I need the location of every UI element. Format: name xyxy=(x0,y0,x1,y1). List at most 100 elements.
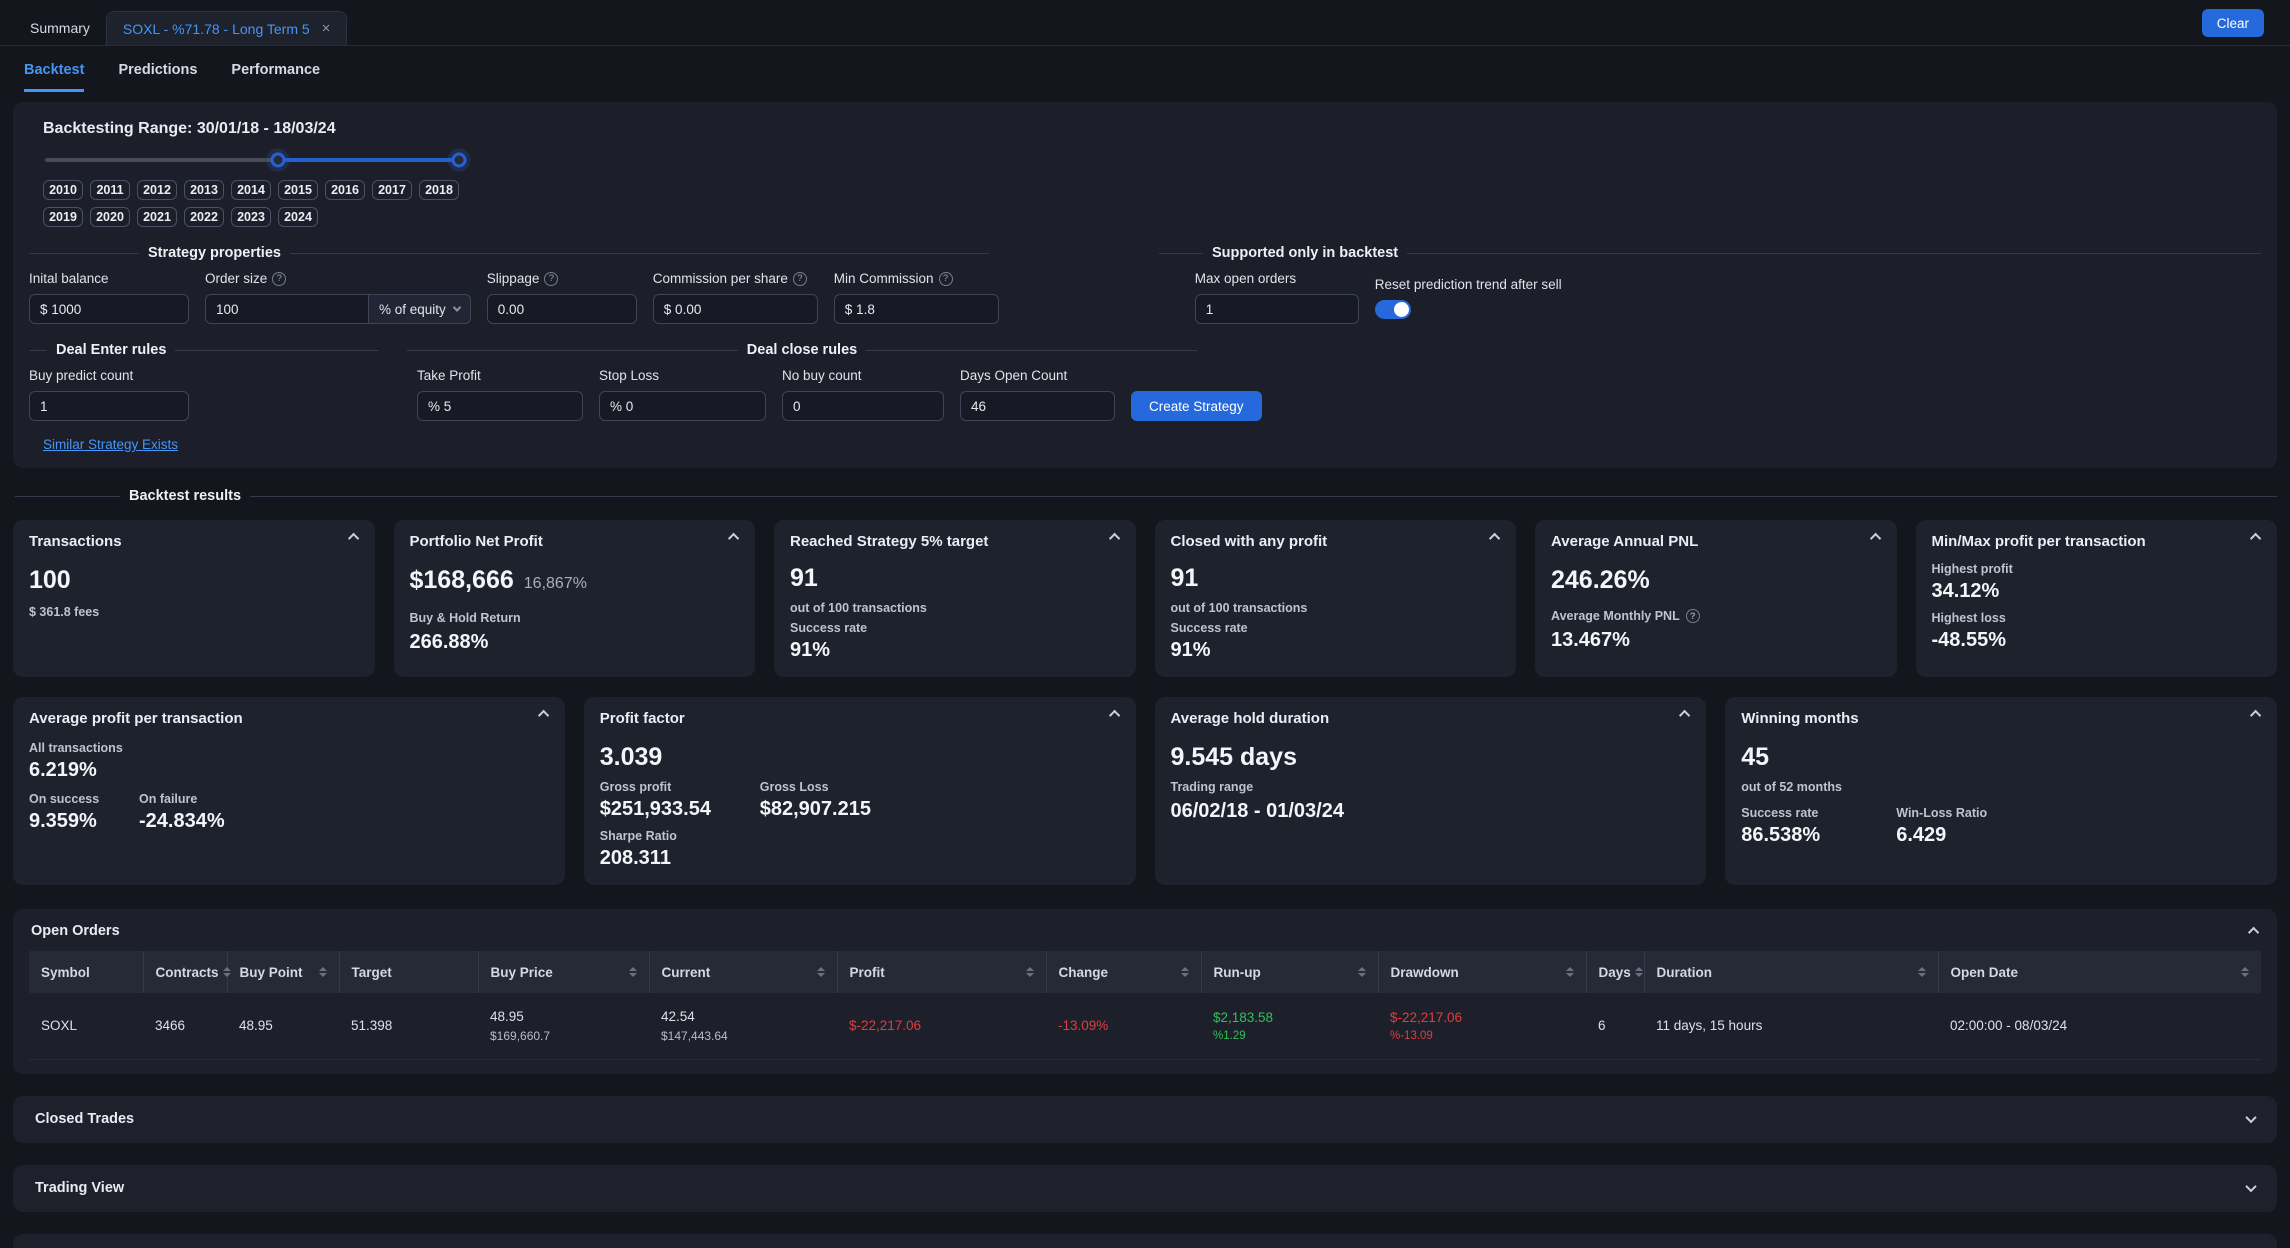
any-profit-sub: out of 100 transactions xyxy=(1171,601,1501,615)
col-drawdown[interactable]: Drawdown xyxy=(1378,951,1586,993)
close-icon[interactable]: × xyxy=(322,21,331,36)
open-orders-title: Open Orders xyxy=(31,923,120,939)
sort-icon[interactable] xyxy=(223,967,231,977)
sort-icon[interactable] xyxy=(1918,967,1926,977)
tab-performance[interactable]: Performance xyxy=(231,62,320,92)
deal-enter-header: Deal Enter rules xyxy=(29,342,379,358)
collapse-chevron-icon[interactable] xyxy=(1869,533,1880,544)
buy-hold-value: 266.88% xyxy=(410,631,740,654)
year-button[interactable]: 2018 xyxy=(419,180,459,200)
col-change[interactable]: Change xyxy=(1046,951,1201,993)
max-open-orders-input[interactable] xyxy=(1195,294,1359,324)
initial-balance-field: Inital balance xyxy=(29,271,189,324)
col-current[interactable]: Current xyxy=(649,951,837,993)
range-slider-handle-end[interactable] xyxy=(451,153,466,168)
expand-chevron-icon[interactable] xyxy=(2245,1112,2256,1123)
collapse-chevron-icon[interactable] xyxy=(1108,710,1119,721)
tab-backtest[interactable]: Backtest xyxy=(24,62,84,92)
days-open-count-input[interactable] xyxy=(960,391,1115,421)
clear-button[interactable]: Clear xyxy=(2202,9,2264,37)
collapse-chevron-icon[interactable] xyxy=(728,533,739,544)
year-button[interactable]: 2019 xyxy=(43,207,83,227)
collapse-chevron-icon[interactable] xyxy=(2250,710,2261,721)
help-icon[interactable]: ? xyxy=(793,272,807,286)
year-button[interactable]: 2010 xyxy=(43,180,83,200)
days-open-count-label: Days Open Count xyxy=(960,368,1115,383)
sort-icon[interactable] xyxy=(1026,967,1034,977)
sort-icon[interactable] xyxy=(1181,967,1189,977)
sort-icon[interactable] xyxy=(817,967,825,977)
tab-summary[interactable]: Summary xyxy=(14,11,106,45)
monthly-pnl-value: 13.467% xyxy=(1551,629,1881,652)
profit-over-time-section[interactable]: Profit over time xyxy=(13,1234,2277,1248)
year-button[interactable]: 2024 xyxy=(278,207,318,227)
col-duration[interactable]: Duration xyxy=(1644,951,1938,993)
tab-predictions[interactable]: Predictions xyxy=(118,62,197,92)
buy-predict-count-input[interactable] xyxy=(29,391,189,421)
year-button[interactable]: 2013 xyxy=(184,180,224,200)
help-icon[interactable]: ? xyxy=(544,272,558,286)
slippage-input[interactable] xyxy=(487,294,637,324)
cell-buy-point: 48.95 xyxy=(227,993,339,1059)
col-runup[interactable]: Run-up xyxy=(1201,951,1378,993)
collapse-chevron-icon[interactable] xyxy=(347,533,358,544)
col-open-date[interactable]: Open Date xyxy=(1938,951,2261,993)
backtest-results-title: Backtest results xyxy=(129,488,241,504)
gross-loss-value: $82,907.215 xyxy=(760,798,871,821)
collapse-chevron-icon[interactable] xyxy=(1679,710,1690,721)
collapse-chevron-icon[interactable] xyxy=(1108,533,1119,544)
col-buy-point[interactable]: Buy Point xyxy=(227,951,339,993)
sort-icon[interactable] xyxy=(629,967,637,977)
year-button[interactable]: 2020 xyxy=(90,207,130,227)
highest-loss-label: Highest loss xyxy=(1932,611,2262,625)
col-contracts[interactable]: Contracts xyxy=(143,951,227,993)
collapse-chevron-icon[interactable] xyxy=(538,710,549,721)
year-button[interactable]: 2015 xyxy=(278,180,318,200)
col-days[interactable]: Days xyxy=(1586,951,1644,993)
expand-chevron-icon[interactable] xyxy=(2245,1181,2256,1192)
no-buy-count-label: No buy count xyxy=(782,368,944,383)
sort-icon[interactable] xyxy=(319,967,327,977)
closed-trades-section[interactable]: Closed Trades xyxy=(13,1096,2277,1143)
sort-icon[interactable] xyxy=(1566,967,1574,977)
no-buy-count-input[interactable] xyxy=(782,391,944,421)
help-icon[interactable]: ? xyxy=(272,272,286,286)
year-button[interactable]: 2011 xyxy=(90,180,130,200)
year-button[interactable]: 2023 xyxy=(231,207,271,227)
sort-icon[interactable] xyxy=(1635,967,1643,977)
reset-trend-label: Reset prediction trend after sell xyxy=(1375,277,1562,292)
year-button[interactable]: 2012 xyxy=(137,180,177,200)
sort-icon[interactable] xyxy=(1358,967,1366,977)
col-profit[interactable]: Profit xyxy=(837,951,1046,993)
reset-trend-toggle[interactable] xyxy=(1375,300,1411,319)
trading-view-section[interactable]: Trading View xyxy=(13,1165,2277,1212)
take-profit-input[interactable] xyxy=(417,391,583,421)
min-commission-field: Min Commission ? xyxy=(834,271,999,324)
commission-per-share-input[interactable] xyxy=(653,294,818,324)
order-size-input[interactable] xyxy=(205,294,369,324)
table-row[interactable]: SOXL 3466 48.95 51.398 48.95 $169,660.7 … xyxy=(29,993,2261,1059)
sort-icon[interactable] xyxy=(2241,967,2249,977)
create-strategy-button[interactable]: Create Strategy xyxy=(1131,391,1262,421)
col-buy-price[interactable]: Buy Price xyxy=(478,951,649,993)
help-icon[interactable]: ? xyxy=(939,272,953,286)
stop-loss-input[interactable] xyxy=(599,391,766,421)
year-button[interactable]: 2014 xyxy=(231,180,271,200)
collapse-chevron-icon[interactable] xyxy=(2248,927,2259,938)
open-orders-panel: Open Orders Symbol Contracts Buy Point T… xyxy=(13,909,2277,1074)
collapse-chevron-icon[interactable] xyxy=(1489,533,1500,544)
date-range-slider[interactable] xyxy=(45,152,461,168)
order-size-unit-select[interactable]: % of equity xyxy=(369,294,471,324)
initial-balance-input[interactable] xyxy=(29,294,189,324)
collapse-chevron-icon[interactable] xyxy=(2250,533,2261,544)
range-slider-handle-start[interactable] xyxy=(270,153,285,168)
year-button[interactable]: 2017 xyxy=(372,180,412,200)
year-button[interactable]: 2022 xyxy=(184,207,224,227)
year-button[interactable]: 2021 xyxy=(137,207,177,227)
help-icon[interactable]: ? xyxy=(1686,609,1700,623)
similar-strategy-link[interactable]: Similar Strategy Exists xyxy=(43,437,178,452)
min-commission-input[interactable] xyxy=(834,294,999,324)
chevron-down-icon xyxy=(453,303,461,311)
year-button[interactable]: 2016 xyxy=(325,180,365,200)
tab-strategy[interactable]: SOXL - %71.78 - Long Term 5 × xyxy=(106,11,348,45)
